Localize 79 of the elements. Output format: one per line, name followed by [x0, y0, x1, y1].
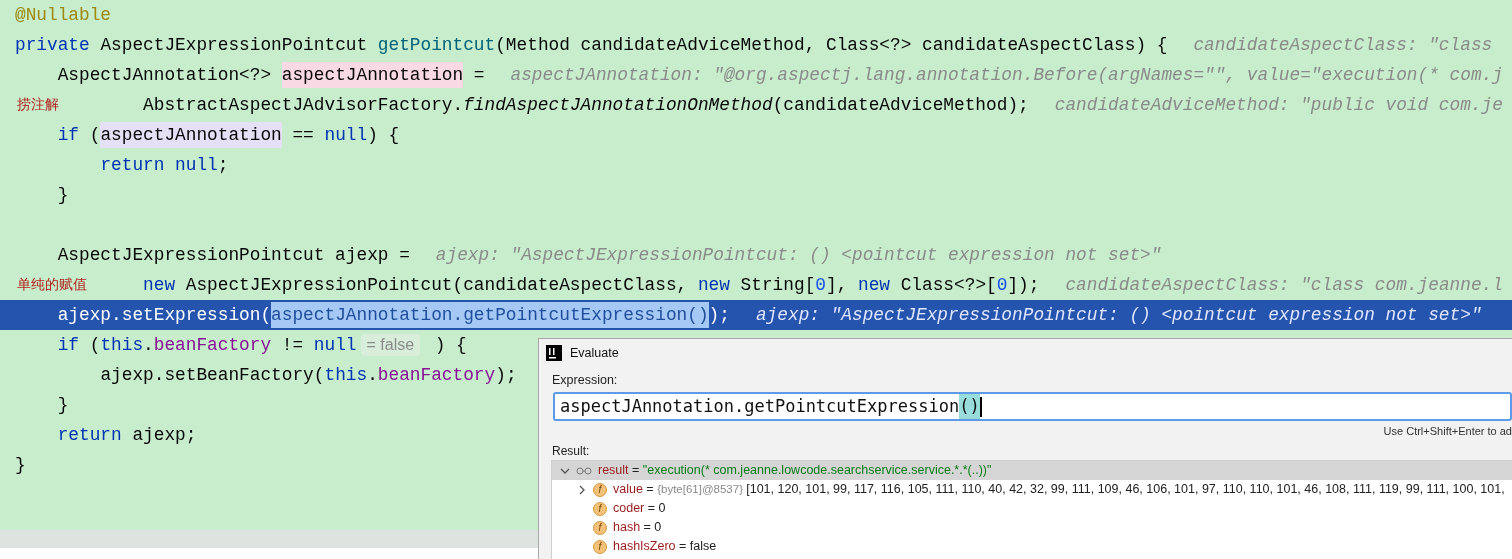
code-text: ( [89, 123, 101, 147]
text-cursor [979, 396, 982, 417]
chevron-right-icon[interactable] [577, 484, 587, 495]
inline-hint: candidateAdviceMethod: "public void com.je [1054, 93, 1503, 117]
code-text: } [57, 183, 69, 207]
annotation-text: @Nullable [15, 3, 112, 27]
code-text: ; [217, 153, 229, 177]
number-literal: 0 [815, 273, 826, 297]
code-text: } [57, 393, 69, 417]
code-text: ], [826, 273, 849, 297]
code-text: ajexp.setExpression( [57, 303, 272, 327]
code-text: . [143, 333, 154, 357]
keyword: this [324, 363, 368, 387]
inline-hint: candidateAspectClass: "class com.jeanne.l [1065, 273, 1503, 297]
code-text: ajexp.setBeanFactory( [100, 363, 325, 387]
expression-label: Expression: [552, 373, 618, 387]
code-text: ajexp; [132, 423, 197, 447]
keyword: null [313, 333, 357, 357]
code-text: ); [495, 363, 517, 387]
field-entry: hashIsZero = false [613, 538, 717, 556]
method-call: findAspectJAnnotationOnMethod [463, 93, 773, 117]
code-text: (Method candidateAdviceMethod, Class<?> candidateAspectClass) { [495, 33, 1168, 57]
number-literal: 0 [996, 273, 1008, 297]
code-text: AspectJAnnotation<?> [57, 63, 273, 87]
inline-hint: ajexp: "AspectJExpressionPointcut: () <pointcut expression not set>" [435, 243, 1162, 267]
dialog-title: Evaluate [570, 344, 619, 362]
code-text: String[ [740, 273, 816, 297]
selected-text: aspectJAnnotation.getPointcutExpression() [271, 301, 709, 329]
keyword: if [57, 123, 80, 147]
expression-field[interactable]: aspectJAnnotation.getPointcutExpression() [553, 392, 1512, 421]
field-name: beanFactory [377, 363, 496, 387]
highlighted-identifier: aspectJAnnotation [281, 61, 464, 89]
code-text: Class<?>[ [900, 273, 997, 297]
field-icon: f [593, 539, 607, 554]
inline-hint: aspectJAnnotation: "@org.aspectj.lang.annotation.Before(argNames="", value="execution(* com.j [510, 63, 1503, 87]
code-text: AbstractAspectJAdvisorFactory. [143, 93, 464, 117]
keyword: new [697, 273, 730, 297]
shortcut-hint: Use Ctrl+Shift+Enter to ad [1383, 424, 1512, 438]
field-icon: f [593, 520, 607, 535]
inline-hint: ajexp: "AspectJExpressionPointcut: () <pointcut expression not set>" [755, 303, 1482, 327]
code-text: ); [708, 303, 730, 327]
method-name: getPointcut [377, 33, 496, 57]
glasses-icon [576, 466, 592, 475]
field-icon: f [593, 501, 607, 516]
code-text: ) { [434, 333, 467, 357]
code-text: (candidateAdviceMethod); [772, 93, 1029, 117]
field-entry: coder = 0 [613, 500, 666, 518]
field-icon: f [593, 482, 607, 497]
code-text: != [281, 333, 305, 357]
code-text: AspectJExpressionPointcut ajexp = [57, 243, 410, 267]
result-row[interactable]: result = "execution(* com.jeanne.lowcode.searchservice.service.*.*(..))" [552, 461, 1512, 480]
code-text: AspectJExpressionPointcut(candidateAspectClass, [185, 273, 689, 297]
code-text: = [473, 63, 485, 87]
keyword: null [324, 123, 368, 147]
field-name: beanFactory [153, 333, 272, 357]
keyword: return null [100, 153, 218, 177]
code-text: . [367, 363, 378, 387]
annotation-note: 捞注解 [17, 95, 59, 114]
code-text: AspectJExpressionPointcut [100, 33, 369, 57]
code-text: ( [89, 333, 101, 357]
code-text: ]); [1007, 273, 1040, 297]
keyword: return [57, 423, 122, 447]
code-text: == [292, 123, 315, 147]
code-text: ) { [367, 123, 400, 147]
keyword: new [143, 273, 176, 297]
keyword: if [57, 333, 80, 357]
highlighted-identifier: aspectJAnnotation [100, 121, 282, 149]
result-label: Result: [552, 444, 590, 458]
result-entry: result = "execution(* com.jeanne.lowcode.searchservice.service.*.*(..))" [598, 462, 992, 480]
keyword: this [100, 333, 144, 357]
annotation-note: 单纯的赋值 [17, 275, 87, 294]
inline-value-hint: = false [360, 334, 421, 356]
inline-hint: candidateAspectClass: "class [1193, 33, 1493, 57]
keyword: private [15, 33, 90, 57]
keyword: new [858, 273, 890, 297]
code-text: } [15, 453, 26, 477]
field-entry: value = {byte[61]@8537} [101, 120, 101, 99, 117, 116, 105, 111, 110, 40, 42, 32, 99, 111, 109, 46, 106, 101, 97, 110, 110, 101, 46, 108, 111, 119, 99, 111, 100, 101, [613, 481, 1505, 499]
field-entry: hash = 0 [613, 519, 662, 537]
app-logo-icon [546, 345, 562, 361]
